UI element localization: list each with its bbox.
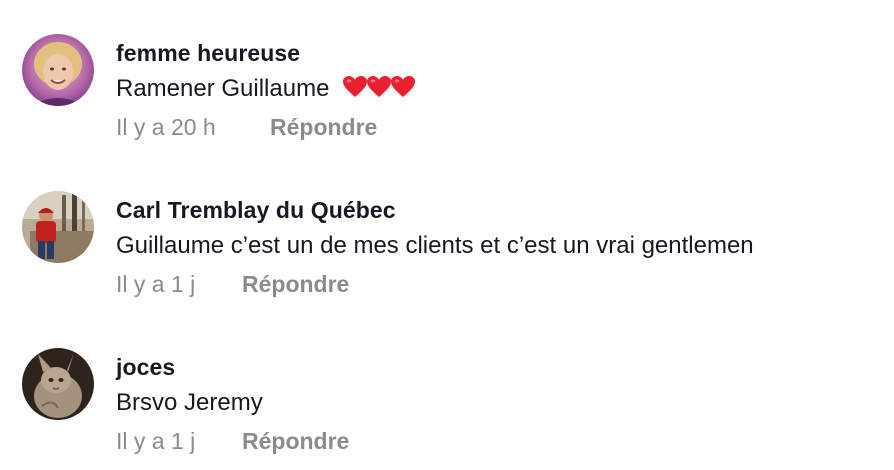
reply-button[interactable]: Répondre bbox=[242, 428, 349, 455]
heart-icon bbox=[343, 76, 368, 97]
comment-text-body: Ramener Guillaume bbox=[116, 75, 330, 102]
comment-username[interactable]: joces bbox=[116, 354, 175, 381]
comment-timestamp: Il y a 20 h bbox=[116, 114, 216, 140]
comment-text: Ramener Guillaume bbox=[116, 75, 416, 106]
comment-text: Guillaume c’est un de mes clients et c’e… bbox=[116, 232, 754, 259]
comment-username[interactable]: femme heureuse bbox=[116, 40, 300, 67]
heart-icon bbox=[391, 76, 416, 97]
comment-timestamp: Il y a 1 j bbox=[116, 428, 196, 454]
comment-item: Carl Tremblay du Québec Guillaume c’est … bbox=[0, 157, 894, 307]
reply-button[interactable]: Répondre bbox=[242, 271, 349, 298]
reply-button[interactable]: Répondre bbox=[270, 114, 377, 141]
avatar-image bbox=[22, 34, 94, 106]
avatar-image bbox=[22, 348, 94, 420]
comment-text: Brsvo Jeremy bbox=[116, 389, 263, 416]
comment-timestamp: Il y a 1 j bbox=[116, 271, 196, 297]
comment-item: joces Brsvo Jeremy Il y a 1 j Répondre bbox=[0, 314, 894, 464]
heart-icon bbox=[367, 76, 392, 97]
heart-emoji-group bbox=[342, 75, 416, 106]
comment-username[interactable]: Carl Tremblay du Québec bbox=[116, 197, 396, 224]
avatar[interactable] bbox=[22, 34, 94, 106]
avatar[interactable] bbox=[22, 191, 94, 263]
avatar-image bbox=[22, 191, 94, 263]
avatar[interactable] bbox=[22, 348, 94, 420]
comment-item: femme heureuse Ramener Guillaume Il y a … bbox=[0, 0, 894, 150]
